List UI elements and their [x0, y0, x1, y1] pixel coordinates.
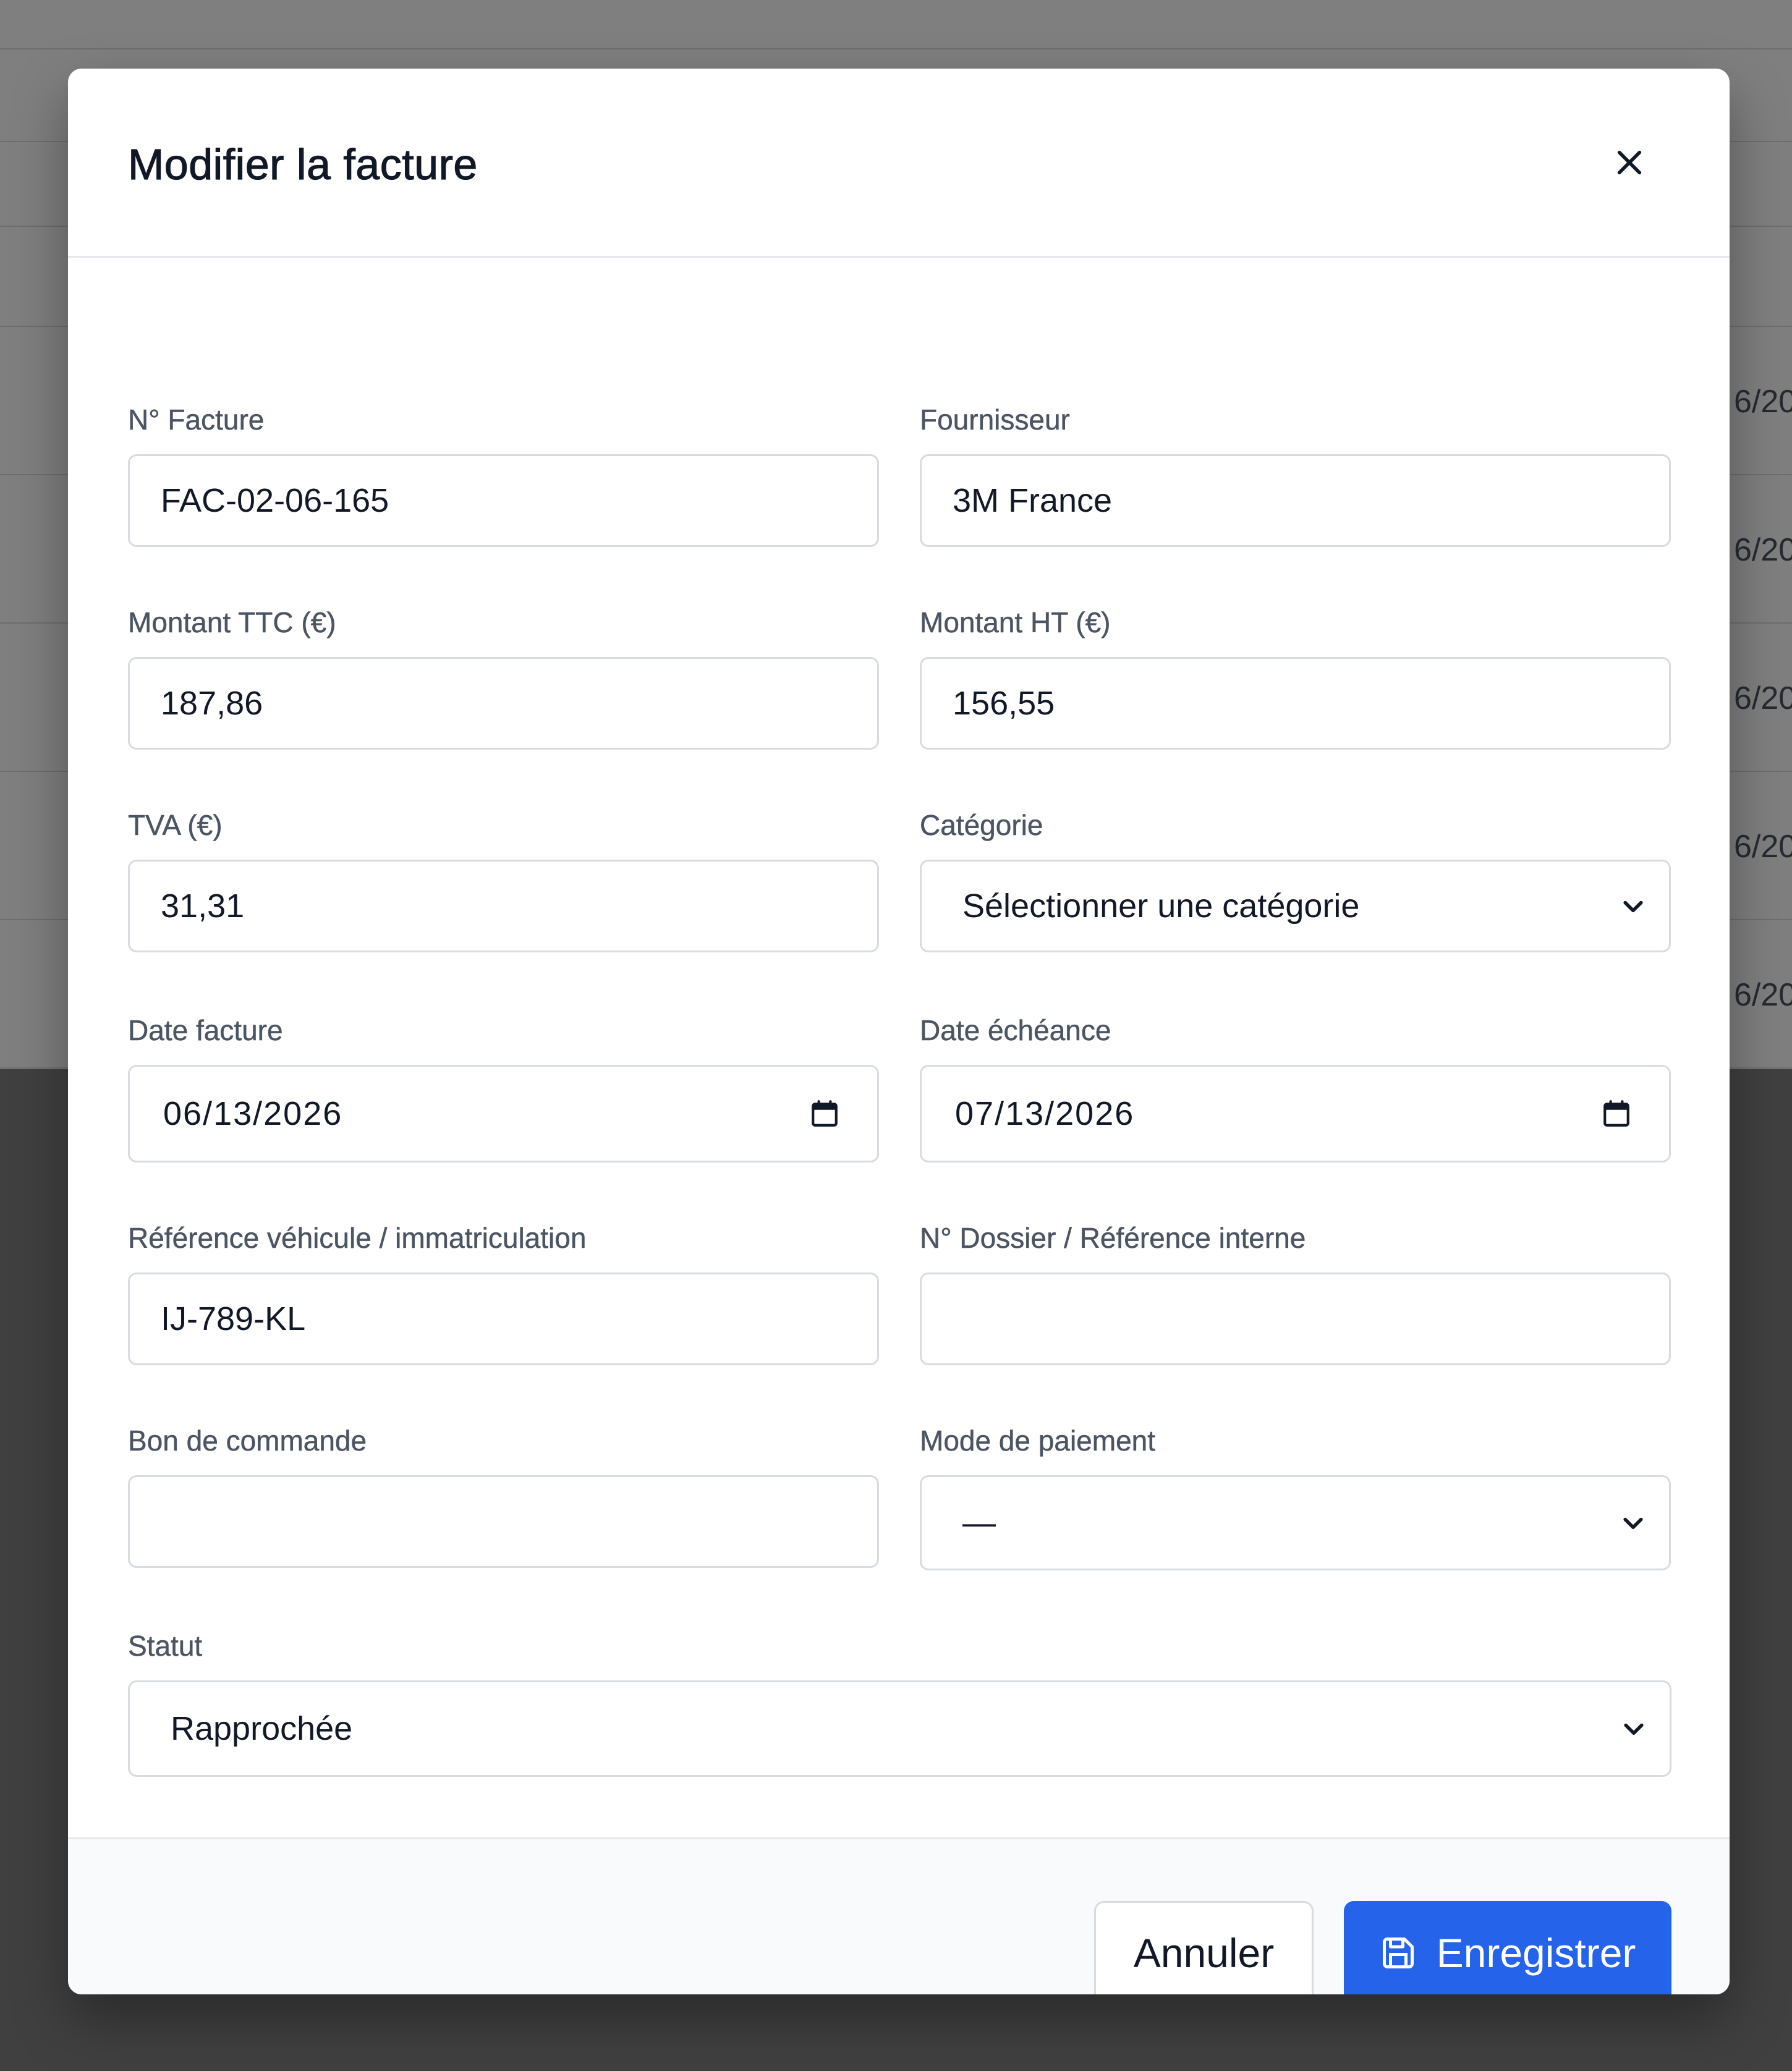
invoice-number-label: N° Facture — [128, 404, 265, 436]
amount-ht-field: Montant HT (€) 156,55 — [920, 604, 1671, 750]
vat-label: TVA (€) — [128, 809, 223, 842]
payment-mode-select[interactable]: — — [920, 1475, 1671, 1570]
due-date-input[interactable]: 07/13/2026 — [920, 1065, 1671, 1163]
invoice-date-field: Date facture 06/13/2026 — [128, 1012, 879, 1163]
file-ref-field: N° Dossier / Référence interne — [920, 1219, 1671, 1365]
vehicle-ref-input[interactable]: IJ-789-KL — [128, 1273, 879, 1365]
status-field: Statut Rapprochée — [128, 1627, 1671, 1777]
vehicle-ref-field: Référence véhicule / immatriculation IJ-… — [128, 1219, 879, 1365]
amount-ttc-input[interactable]: 187,86 — [128, 657, 879, 750]
chevron-down-icon — [1624, 1723, 1644, 1735]
category-label: Catégorie — [920, 809, 1043, 842]
payment-mode-label: Mode de paiement — [920, 1425, 1156, 1457]
invoice-number-input[interactable]: FAC-02-06-165 — [128, 454, 879, 547]
save-icon — [1382, 1938, 1414, 1968]
invoice-date-input[interactable]: 06/13/2026 — [128, 1065, 879, 1163]
amount-ttc-field: Montant TTC (€) 187,86 — [128, 604, 879, 750]
supplier-input[interactable]: 3M France — [920, 454, 1671, 547]
amount-ttc-label: Montant TTC (€) — [128, 606, 336, 639]
edit-invoice-modal: Modifier la facture N° Facture FAC-02-06… — [68, 69, 1730, 1994]
purchase-order-field: Bon de commande — [128, 1422, 879, 1568]
supplier-field: Fournisseur 3M France — [920, 401, 1671, 547]
purchase-order-label: Bon de commande — [128, 1425, 367, 1457]
status-select[interactable]: Rapprochée — [128, 1680, 1671, 1777]
amount-ht-input[interactable]: 156,55 — [920, 657, 1671, 750]
payment-mode-field: Mode de paiement — — [920, 1422, 1671, 1570]
file-ref-label: N° Dossier / Référence interne — [920, 1222, 1306, 1255]
modal-title: Modifier la facture — [127, 140, 478, 188]
file-ref-input[interactable] — [920, 1273, 1671, 1365]
due-date-field: Date échéance 07/13/2026 — [920, 1012, 1671, 1163]
vat-input[interactable]: 31,31 — [128, 860, 879, 952]
due-date-label: Date échéance — [920, 1014, 1111, 1047]
supplier-label: Fournisseur — [920, 404, 1070, 436]
invoice-number-field: N° Facture FAC-02-06-165 — [128, 401, 879, 547]
cancel-button[interactable]: Annuler — [1094, 1901, 1314, 1994]
invoice-date-label: Date facture — [128, 1014, 283, 1047]
purchase-order-input[interactable] — [128, 1475, 879, 1568]
status-label: Statut — [128, 1630, 203, 1662]
vehicle-ref-label: Référence véhicule / immatriculation — [128, 1222, 587, 1255]
save-button[interactable]: Enregistrer — [1344, 1901, 1671, 1994]
calendar-icon[interactable] — [809, 1098, 840, 1130]
amount-ht-label: Montant HT (€) — [920, 606, 1111, 639]
modal-footer: Annuler Enregistrer — [68, 1837, 1730, 1994]
close-icon — [1617, 150, 1642, 175]
close-button[interactable] — [1603, 137, 1655, 188]
invoice-date-value: 06/13/2026 — [163, 1095, 343, 1132]
category-field: Catégorie Sélectionner une catégorie — [920, 807, 1671, 952]
vat-field: TVA (€) 31,31 — [128, 807, 879, 952]
save-button-label: Enregistrer — [1436, 1930, 1636, 1976]
category-select[interactable]: Sélectionner une catégorie — [920, 860, 1671, 952]
category-selected-value: Sélectionner une catégorie — [962, 887, 1360, 925]
payment-mode-selected-value: — — [962, 1504, 996, 1541]
chevron-down-icon — [1623, 1517, 1643, 1530]
calendar-icon[interactable] — [1601, 1098, 1632, 1130]
status-selected-value: Rapprochée — [171, 1710, 353, 1747]
modal-header: Modifier la facture — [68, 69, 1730, 258]
chevron-down-icon — [1623, 900, 1643, 913]
due-date-value: 07/13/2026 — [955, 1095, 1135, 1132]
